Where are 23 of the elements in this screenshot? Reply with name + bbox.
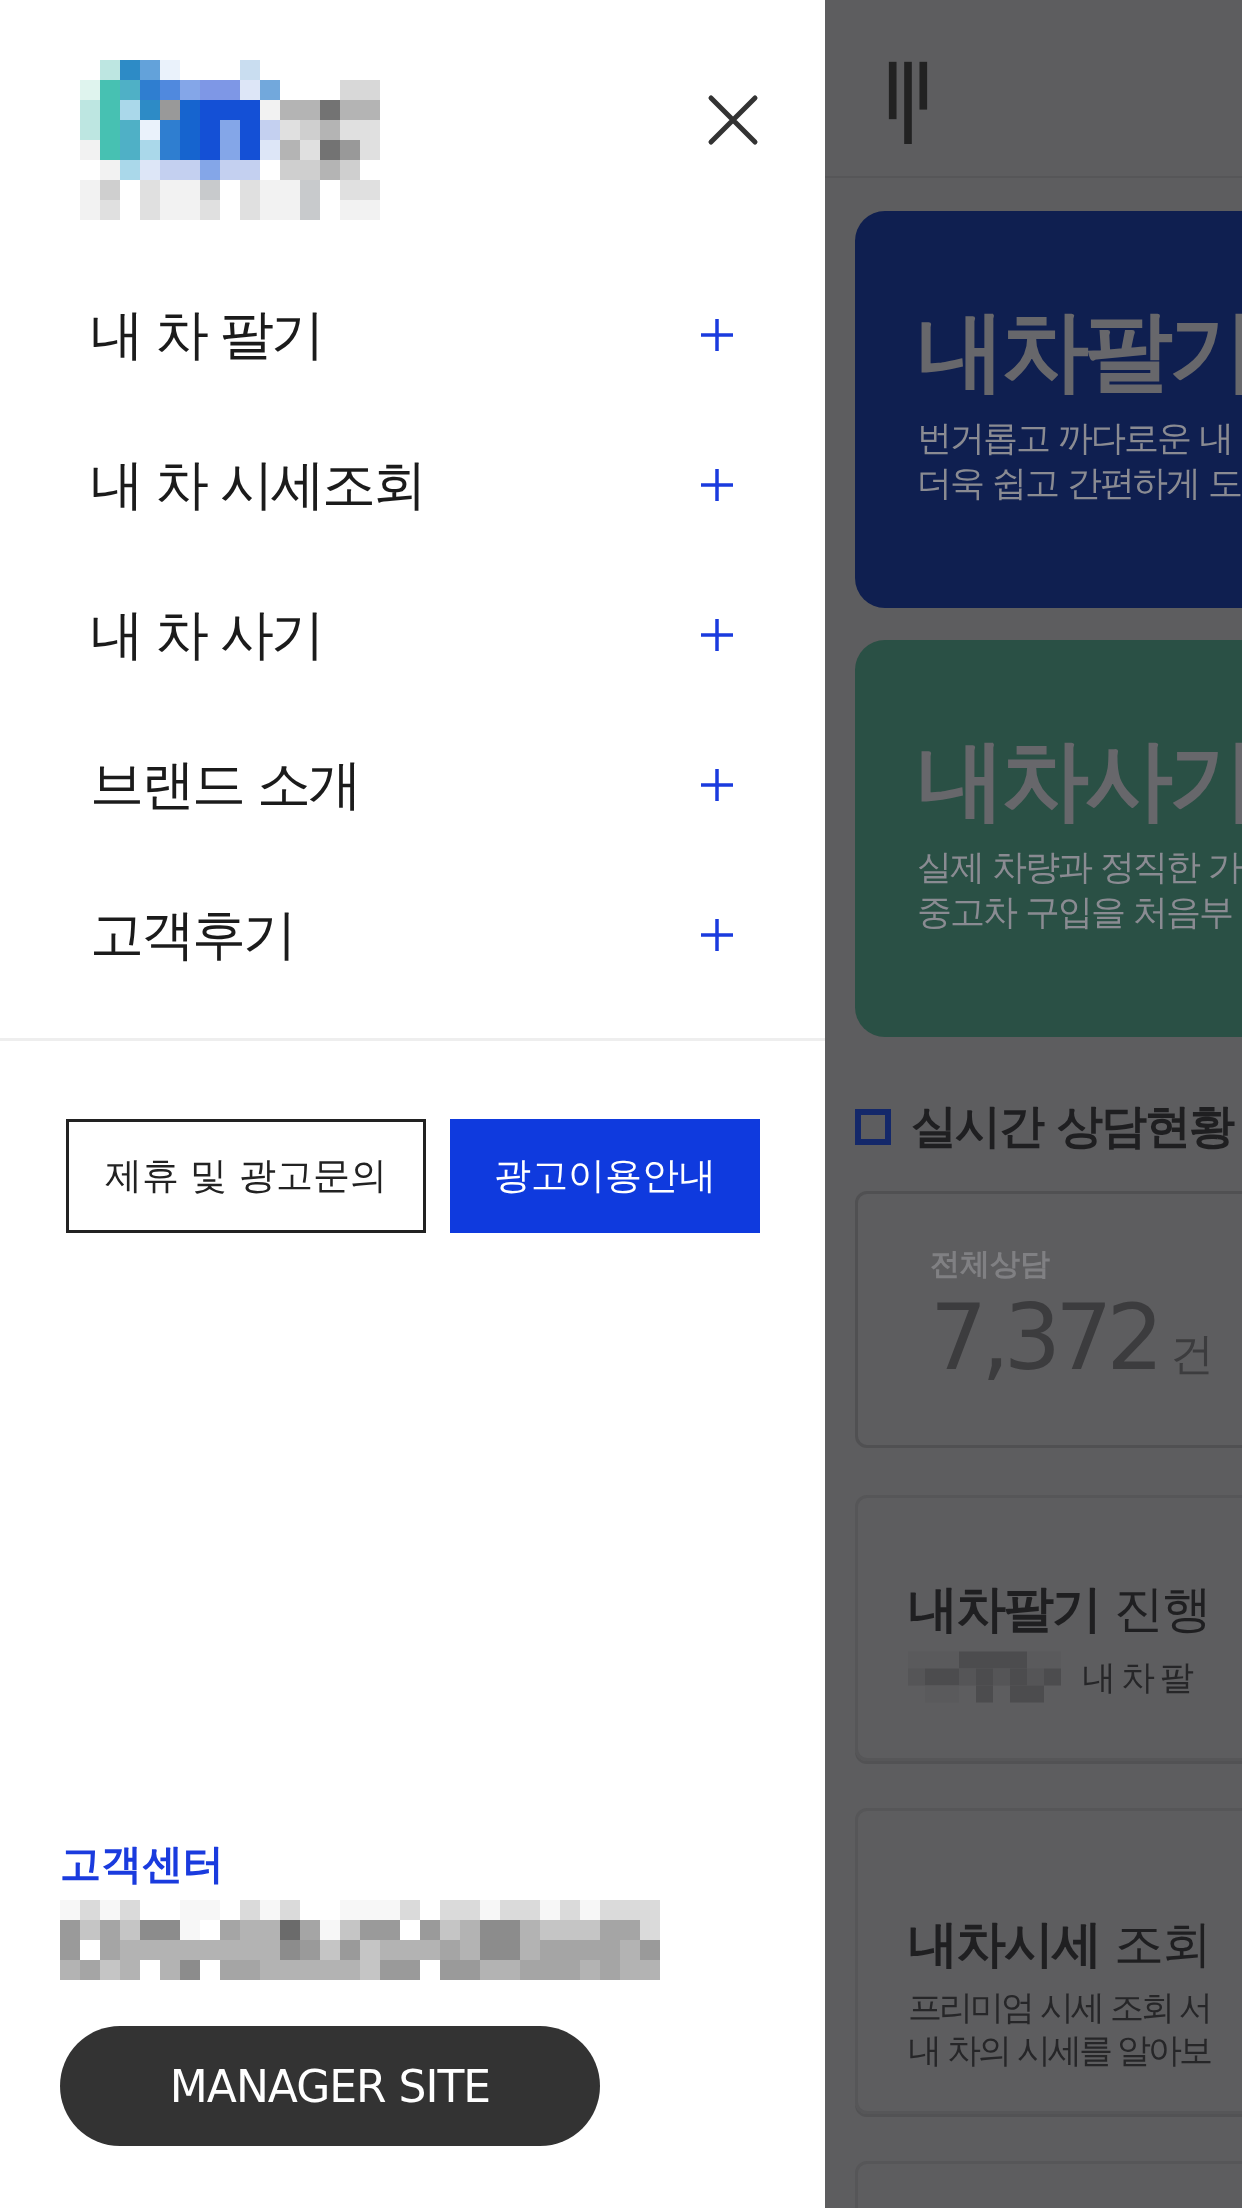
ad-guide-button[interactable]: 광고이용안내 (450, 1119, 760, 1233)
section-title: 실시간 상담현황 (911, 1098, 1233, 1155)
menu-item[interactable]: 내 차 팔기 (0, 260, 825, 410)
menu-item[interactable]: 내 차 시세조회 (0, 410, 825, 560)
plus-icon[interactable] (699, 317, 735, 353)
plus-icon[interactable] (699, 917, 735, 953)
customer-center-title: 고객센터 (60, 1839, 224, 1890)
menu-item[interactable]: 고객후기 (0, 860, 825, 1010)
hero-card[interactable]: 내차팔기 번거롭고 까다로운 내 더욱 쉽고 간편하게 도 (855, 211, 1242, 608)
hero-title: 내차팔기 (917, 303, 1242, 400)
info-title: 내차시세 조회 (908, 1914, 1211, 1975)
info-title: 내차팔기 진행 (908, 1579, 1211, 1640)
plus-icon[interactable] (699, 467, 735, 503)
square-icon (855, 1109, 891, 1145)
hero-description: 실제 차량과 정직한 가 중고차 구입을 처음부 (917, 845, 1242, 935)
plus-icon[interactable] (699, 617, 735, 653)
menu-item[interactable]: 브랜드 소개 (0, 710, 825, 860)
inquiry-button[interactable]: 제휴 및 광고문의 (66, 1119, 426, 1233)
plus-icon[interactable] (699, 767, 735, 803)
hero-description: 번거롭고 까다로운 내 더욱 쉽고 간편하게 도 (917, 416, 1242, 506)
hero-title: 내차사기 (917, 732, 1242, 829)
manager-site-button[interactable]: MANAGER SITE (60, 2026, 600, 2146)
menu-item[interactable]: 내 차 사기 (0, 560, 825, 710)
